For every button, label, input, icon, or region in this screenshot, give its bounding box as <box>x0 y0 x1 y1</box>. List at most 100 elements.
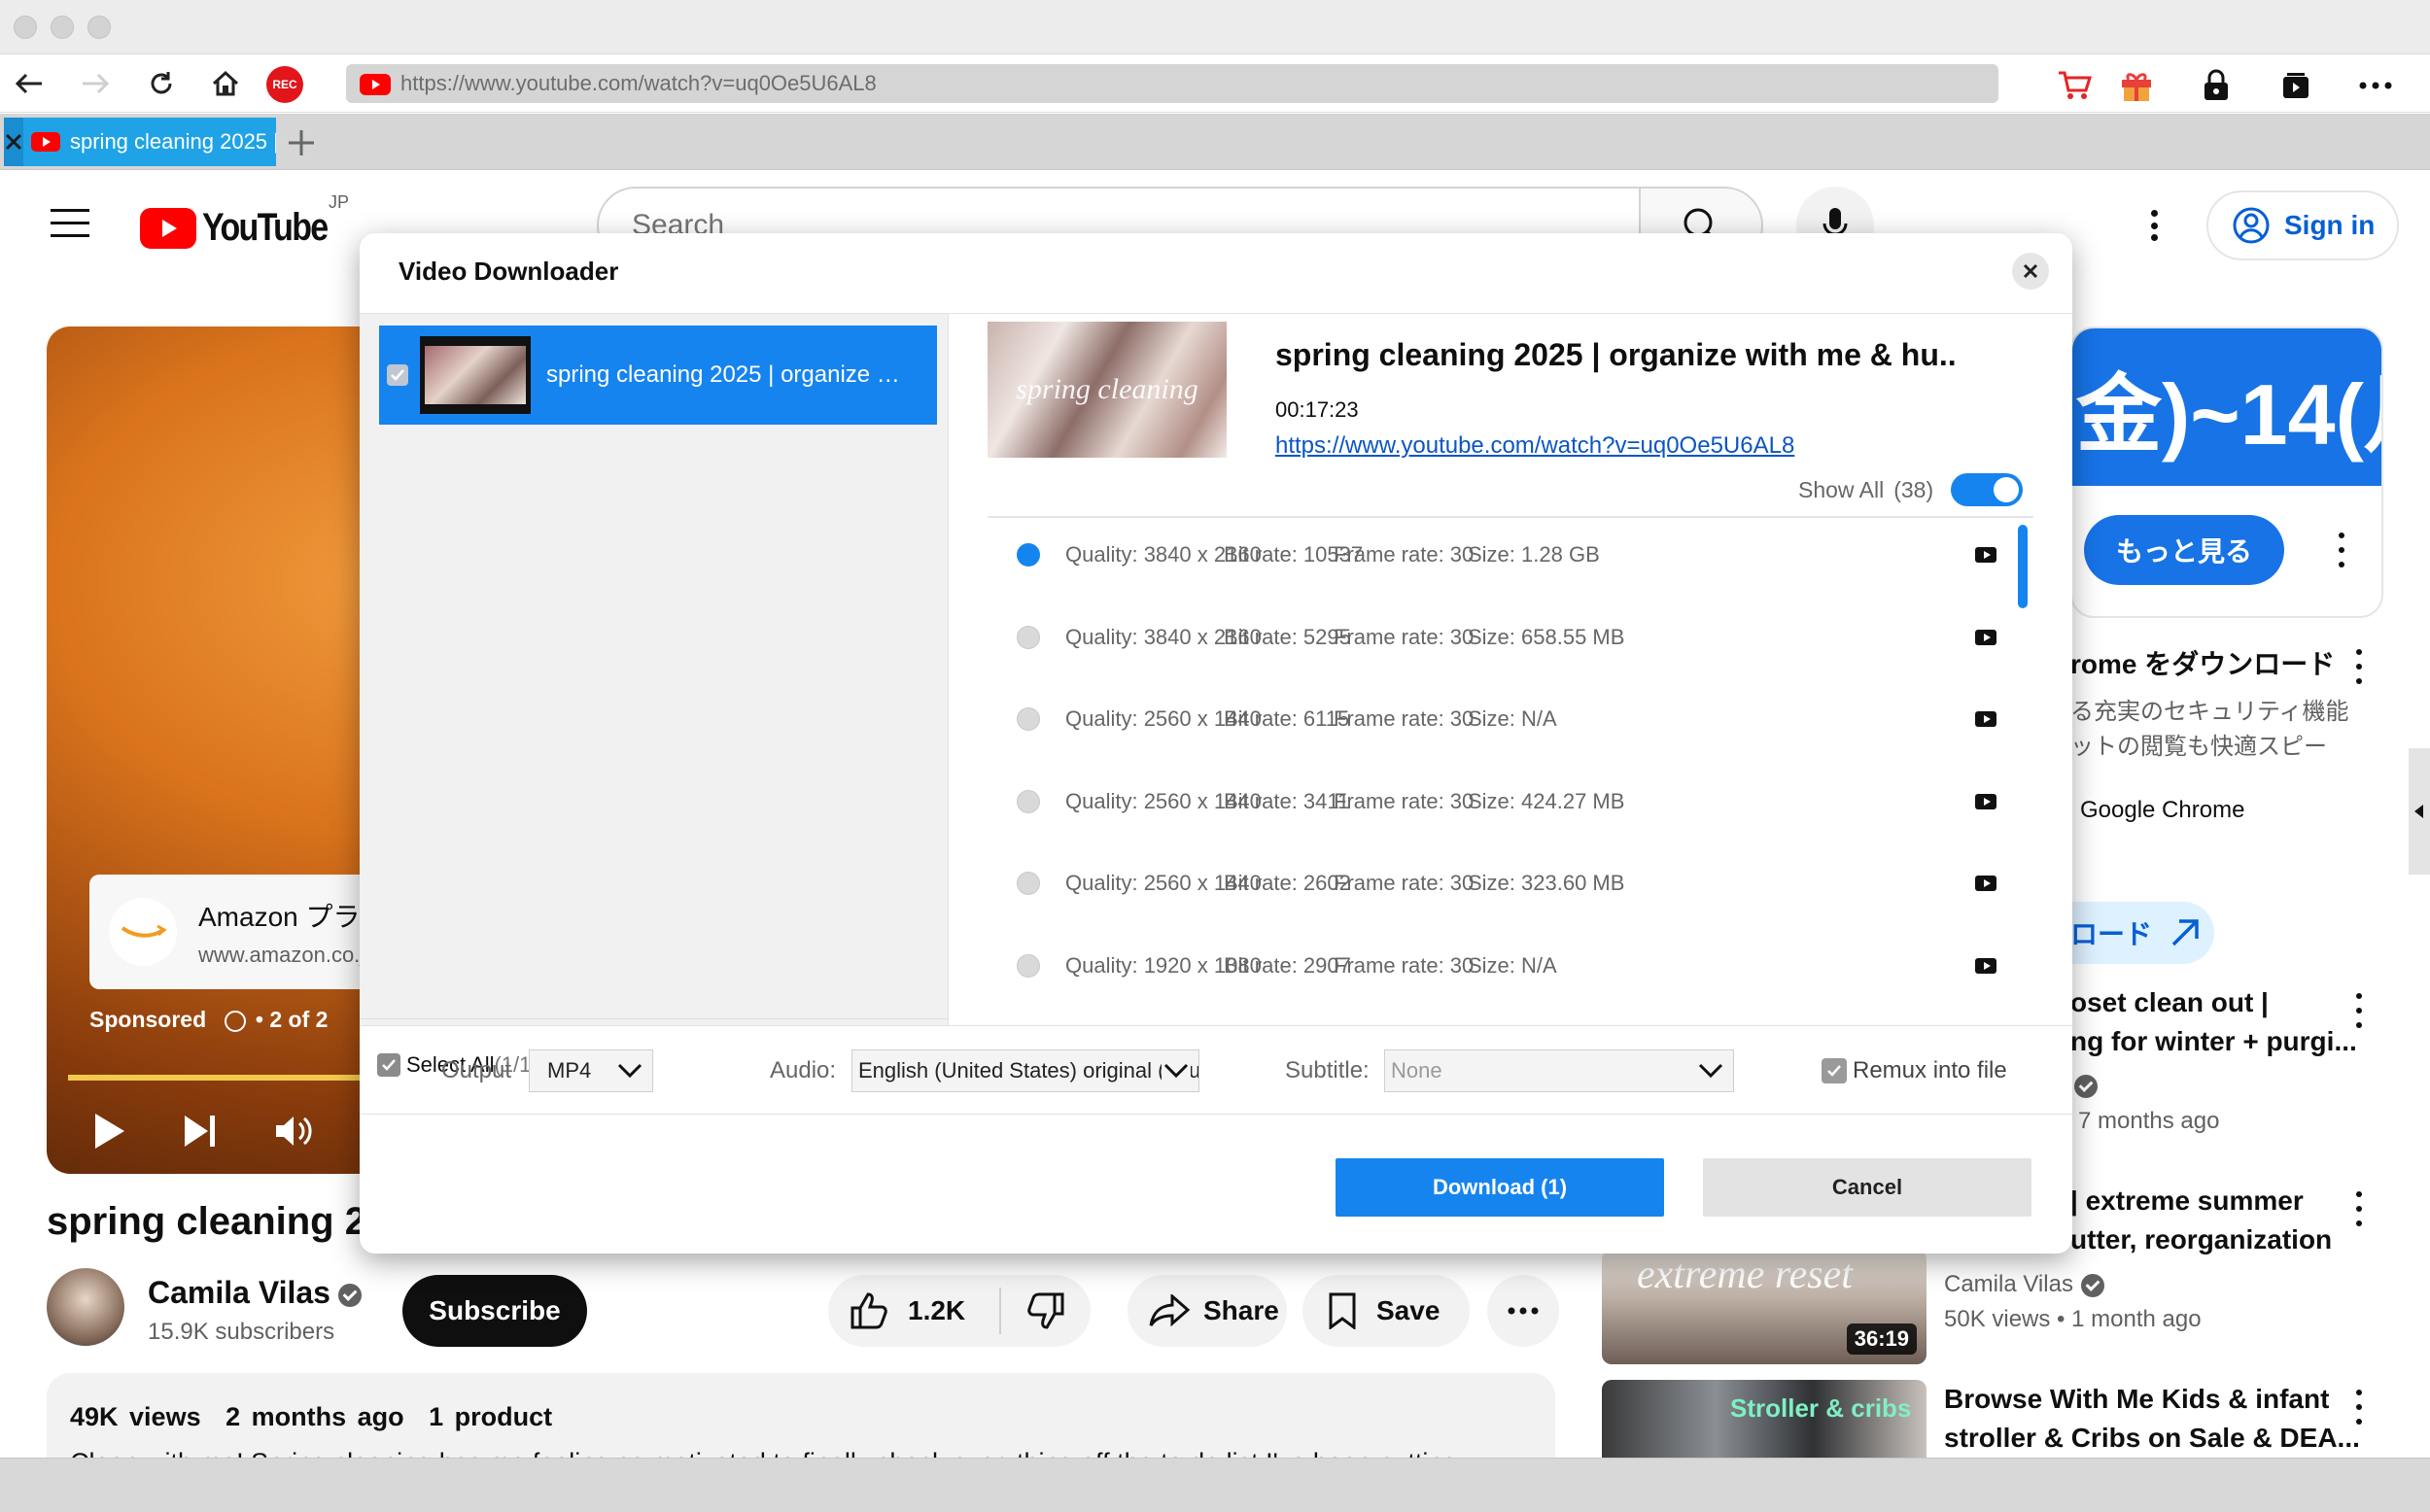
address-bar-url: https://www.youtube.com/watch?v=uq0Oe5U6… <box>400 71 877 95</box>
format-row[interactable]: Quality: 2560 x 1440 Bit rate: 6115 Frame … <box>988 690 2004 748</box>
related-video-1-title-line1[interactable]: oset clean out | <box>2070 987 2269 1018</box>
window-zoom-button[interactable] <box>87 16 111 39</box>
bookmark-icon <box>1329 1292 1356 1329</box>
description-meta: 49K views 2 months ago 1 product <box>70 1402 1532 1432</box>
format-row[interactable]: Quality: 2560 x 1440 Bit rate: 3411 Frame … <box>988 773 2004 831</box>
region-badge: JP <box>329 192 350 212</box>
sidebar-ad[interactable]: 金)~14(月) もっと見る <box>2070 326 2383 618</box>
side-panel-toggle[interactable] <box>2409 748 2430 875</box>
related-video-3-thumbnail[interactable]: Stroller & cribs <box>1602 1380 1927 1458</box>
share-label: Share <box>1203 1295 1279 1325</box>
youtube-favicon-icon <box>360 74 391 101</box>
video-list-item[interactable]: spring cleaning 2025 | organize with me … <box>379 326 937 425</box>
download-button[interactable]: Download (1) <box>1336 1158 1664 1217</box>
channel-name[interactable]: Camila Vilas <box>148 1275 362 1311</box>
format-bitrate: Bit rate: 2602 <box>1224 871 1351 895</box>
related-video-2-thumbnail[interactable]: extreme reset 36:19 <box>1602 1250 1927 1364</box>
share-button[interactable]: Share <box>1128 1275 1287 1347</box>
address-bar[interactable]: https://www.youtube.com/watch?v=uq0Oe5U6… <box>346 64 1998 103</box>
format-row[interactable]: Quality: 3840 x 2160 Bit rate: 10537 Frame… <box>988 526 2004 584</box>
reload-button[interactable] <box>142 64 181 103</box>
like-button[interactable]: 1.2K <box>828 1288 1001 1334</box>
format-bitrate: Bit rate: 5295 <box>1224 624 1351 649</box>
window-minimize-button[interactable] <box>51 16 74 39</box>
sidebar-ad-more-button[interactable]: もっと見る <box>2084 515 2284 585</box>
info-icon[interactable] <box>224 1010 246 1032</box>
thumbs-down-icon <box>1027 1292 1064 1329</box>
window-close-button[interactable] <box>14 16 37 39</box>
chrome-ad-title[interactable]: rome をダウンロード <box>2070 643 2335 682</box>
cart-button[interactable] <box>2053 64 2096 107</box>
show-all-toggle[interactable] <box>1951 473 2024 506</box>
show-all-label: Show All <box>1798 476 1885 502</box>
format-bitrate: Bit rate: 2907 <box>1224 952 1351 978</box>
video-list-panel: spring cleaning 2025 | organize with me … <box>360 313 949 1077</box>
output-format-value: MP4 <box>547 1058 592 1082</box>
chrome-download-button[interactable]: ロード <box>2070 902 2214 964</box>
media-button[interactable] <box>2274 64 2317 107</box>
related-video-2-title-line2[interactable]: utter, reorganization <box>2070 1224 2332 1255</box>
subtitle-label: Subtitle: <box>1285 1057 1370 1083</box>
gift-button[interactable] <box>2115 64 2158 107</box>
dislike-button[interactable] <box>1001 1292 1065 1329</box>
format-row[interactable]: Quality: 3840 x 2160 Bit rate: 5295 Frame … <box>988 608 2004 667</box>
forward-button[interactable] <box>76 64 115 103</box>
format-panel: spring cleaning spring cleaning 2025 | o… <box>949 313 2072 1025</box>
save-button[interactable]: Save <box>1302 1275 1470 1347</box>
more-actions-button[interactable] <box>1487 1275 1559 1347</box>
audio-track-value: English (United States) original (opus) <box>858 1058 1199 1082</box>
more-menu-button[interactable] <box>2354 64 2397 107</box>
format-radio[interactable] <box>1017 625 1040 649</box>
video-item-checkbox[interactable] <box>387 364 408 386</box>
tab-close-button[interactable] <box>4 118 23 166</box>
youtube-logo[interactable]: YouTube <box>140 206 349 250</box>
format-radio[interactable] <box>1017 872 1040 895</box>
related-video-1-title-line2[interactable]: ng for winter + purgi... <box>2070 1026 2357 1057</box>
chrome-ad-menu-button[interactable] <box>2344 649 2374 684</box>
channel-avatar[interactable] <box>47 1268 124 1346</box>
arrow-up-right-icon <box>2171 919 2199 946</box>
format-radio[interactable] <box>1017 953 1040 978</box>
back-button[interactable] <box>10 64 49 103</box>
related-video-3-title-line2[interactable]: stroller & Cribs on Sale & DEA... <box>1944 1423 2360 1454</box>
related-video-2-menu-button[interactable] <box>2344 1191 2374 1226</box>
related-video-1-menu-button[interactable] <box>2344 993 2374 1028</box>
audio-track-select[interactable]: English (United States) original (opus) <box>851 1049 1199 1092</box>
remux-checkbox[interactable]: Remux into file <box>1822 1057 2007 1084</box>
tab-youtube[interactable]: spring cleaning 2025 | organize <box>4 118 276 166</box>
cancel-button[interactable]: Cancel <box>1703 1158 2031 1217</box>
subtitle-select[interactable]: None <box>1384 1049 1734 1092</box>
sign-in-label: Sign in <box>2284 210 2376 240</box>
format-row[interactable]: Quality: 1920 x 1080 Bit rate: 2907 Frame … <box>988 937 2004 995</box>
skip-next-icon <box>185 1116 215 1147</box>
related-video-2-title-line1[interactable]: | extreme summer <box>2070 1186 2304 1217</box>
format-radio[interactable] <box>1017 707 1040 731</box>
play-button[interactable] <box>82 1104 136 1158</box>
format-radio[interactable] <box>1017 789 1040 813</box>
video-info-url-link[interactable]: https://www.youtube.com/watch?v=uq0Oe5U6… <box>1275 432 1794 460</box>
sign-in-button[interactable]: Sign in <box>2206 190 2399 260</box>
save-label: Save <box>1376 1295 1441 1325</box>
format-size: Size: N/A <box>1468 952 1557 978</box>
hamburger-menu-button[interactable] <box>51 209 89 240</box>
options-bar: Output MP4 Audio: English (United States… <box>360 1025 2072 1115</box>
related-video-3-title-line1[interactable]: Browse With Me Kids & infant <box>1944 1384 2329 1415</box>
format-list-scrollbar[interactable] <box>2018 525 2028 608</box>
dialog-close-button[interactable] <box>2012 253 2049 290</box>
format-row[interactable]: Quality: 2560 x 1440 Bit rate: 2602 Frame … <box>988 854 2004 912</box>
output-format-select[interactable]: MP4 <box>529 1049 653 1092</box>
next-button[interactable] <box>173 1104 227 1158</box>
volume-button[interactable] <box>266 1104 321 1158</box>
subscribe-button[interactable]: Subscribe <box>402 1275 587 1347</box>
home-button[interactable] <box>206 64 245 103</box>
settings-menu-button[interactable] <box>2135 204 2173 247</box>
format-radio[interactable] <box>1017 543 1040 567</box>
video-item-title: spring cleaning 2025 | organize with me … <box>546 361 906 388</box>
format-size: Size: 424.27 MB <box>1468 788 1625 813</box>
product-count: 1 product <box>429 1402 553 1431</box>
new-tab-button[interactable] <box>282 123 321 162</box>
related-video-3-menu-button[interactable] <box>2344 1390 2374 1425</box>
lock-button[interactable] <box>2195 64 2238 107</box>
sidebar-ad-menu-button[interactable] <box>2327 533 2356 567</box>
record-button[interactable]: REC <box>266 66 303 103</box>
